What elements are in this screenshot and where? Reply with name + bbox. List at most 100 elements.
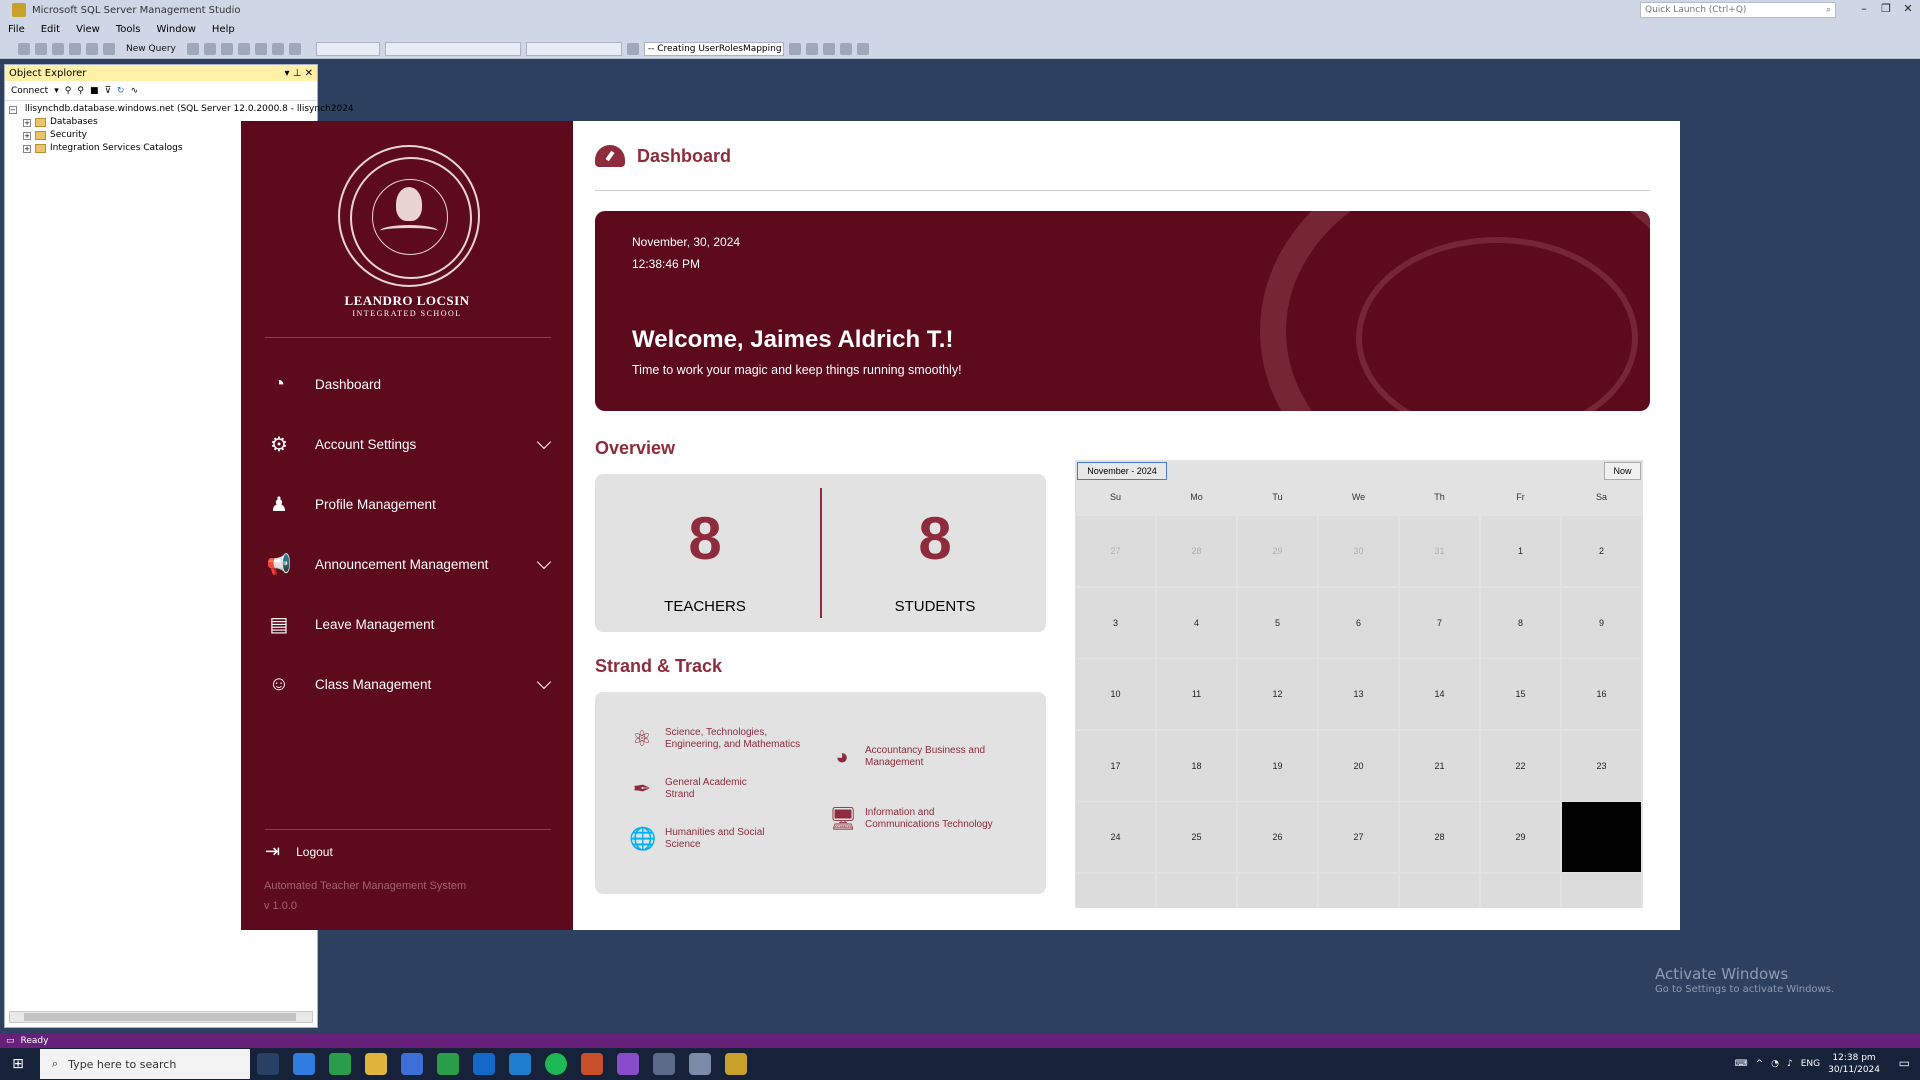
calendar-day[interactable]: 13 [1319,659,1398,729]
calendar-day-overflow[interactable] [1400,873,1479,908]
nav-leave-management[interactable]: ▤ Leave Management [265,604,557,644]
calendar-day[interactable]: 12 [1238,659,1317,729]
calendar-day[interactable]: 9 [1562,587,1641,658]
tree-server-node[interactable]: − llisynchdb.database.windows.net (SQL Se… [9,103,354,116]
calendar-day[interactable]: 6 [1319,587,1398,658]
disconnect-icon[interactable]: ⚲ [77,86,84,96]
nav-account-settings[interactable]: ⚙ Account Settings [265,424,557,464]
calendar-day[interactable]: 22 [1481,730,1560,801]
activity-icon[interactable]: ∿ [131,86,139,96]
ssms-taskbar-icon-2[interactable] [725,1053,747,1075]
expand-icon[interactable]: + [23,118,31,127]
print-icon[interactable] [839,42,852,55]
clock[interactable]: 12:38 pm 30/11/2024 [1828,1052,1880,1076]
calendar-day-overflow[interactable] [1076,873,1155,908]
app-icon[interactable] [581,1053,603,1075]
logout-button[interactable]: ⇥ Logout [265,841,333,862]
calendar-day-overflow[interactable] [1562,873,1641,908]
menu-edit[interactable]: Edit [41,24,60,35]
calendar-day[interactable]: 28 [1400,802,1479,872]
vscode-icon[interactable] [509,1053,531,1075]
query-icon-1[interactable] [186,42,199,55]
find-icon[interactable] [626,42,639,55]
new-query-button[interactable]: New Query [126,44,176,54]
query-icon-2[interactable] [203,42,216,55]
volume-icon[interactable]: ♪ [1787,1059,1793,1069]
back-icon[interactable] [18,42,30,55]
calendar-day[interactable]: 30 [1319,516,1398,586]
expand-icon[interactable]: + [23,144,31,153]
nav-profile-management[interactable]: ♟ Profile Management [265,484,557,524]
chevron-down-icon[interactable] [536,674,552,690]
calendar-day[interactable]: 23 [1562,730,1641,801]
calendar-day[interactable]: 8 [1481,587,1560,658]
close-button[interactable]: ✕ [1898,2,1918,18]
calendar-day[interactable]: 28 [1157,516,1236,586]
ssms-taskbar-icon[interactable] [689,1053,711,1075]
start-icon[interactable]: ⊞ [0,1056,36,1072]
calendar-day[interactable]: 19 [1238,730,1317,801]
calendar-day-selected[interactable]: 30 [1562,802,1641,872]
panel-controls[interactable]: ▾ ⊥ ✕ [285,68,313,79]
month-selector[interactable]: November - 2024 [1077,462,1167,480]
calendar-day[interactable]: 10 [1076,659,1155,729]
messenger-icon[interactable] [617,1053,639,1075]
save-icon[interactable] [86,42,98,55]
store-icon[interactable] [401,1053,423,1075]
menu-view[interactable]: View [76,24,100,35]
calendar-day[interactable]: 21 [1400,730,1479,801]
calendar-day[interactable]: 24 [1076,802,1155,872]
platform-combo[interactable] [384,41,521,56]
task-view-icon[interactable] [257,1053,279,1075]
now-button[interactable]: Now [1604,462,1641,480]
calendar-day[interactable]: 15 [1481,659,1560,729]
file-explorer-icon[interactable] [365,1053,387,1075]
menu-file[interactable]: File [8,24,25,35]
taskbar-search-input[interactable]: ⌕ Type here to search [40,1049,250,1079]
network-icon[interactable]: ◔ [1771,1059,1779,1069]
calendar-day[interactable]: 27 [1076,516,1155,586]
forward-icon[interactable] [35,42,47,55]
calendar-day[interactable]: 1 [1481,516,1560,586]
calendar-day[interactable]: 17 [1076,730,1155,801]
calendar-day[interactable]: 16 [1562,659,1641,729]
menu-window[interactable]: Window [156,24,195,35]
calendar-day-overflow[interactable] [1157,873,1236,908]
expand-icon[interactable]: + [23,131,31,140]
calendar-day[interactable]: 29 [1238,516,1317,586]
calendar-day[interactable]: 14 [1400,659,1479,729]
calendar-day[interactable]: 3 [1076,587,1155,658]
menu-help[interactable]: Help [212,24,235,35]
calendar-day[interactable]: 25 [1157,802,1236,872]
config-combo[interactable] [315,41,380,56]
calendar-day[interactable]: 5 [1238,587,1317,658]
collapse-icon[interactable]: − [9,105,17,114]
calendar-day[interactable]: 7 [1400,587,1479,658]
target-combo[interactable] [525,41,622,56]
scrollbar-thumb[interactable] [24,1013,296,1021]
keyboard-icon[interactable]: ⌨ [1735,1059,1748,1069]
nav-announcement-management[interactable]: 📢 Announcement Management [265,544,557,584]
language-indicator[interactable]: ENG [1801,1059,1820,1069]
calendar-day[interactable]: 4 [1157,587,1236,658]
debug-icon[interactable] [288,42,301,55]
connect-button[interactable]: Connect [11,86,48,96]
calendar-day[interactable]: 20 [1319,730,1398,801]
copilot-icon[interactable] [293,1053,315,1075]
app-icon-2[interactable] [653,1053,675,1075]
calendar-day[interactable]: 26 [1238,802,1317,872]
calendar-day[interactable]: 11 [1157,659,1236,729]
undo-icon[interactable] [254,42,267,55]
refresh-icon[interactable]: ↻ [117,86,125,96]
calendar-day[interactable]: 18 [1157,730,1236,801]
calendar-day[interactable]: 2 [1562,516,1641,586]
chrome-icon-2[interactable] [437,1053,459,1075]
quick-launch-input[interactable]: Quick Launch (Ctrl+Q) ⌕ [1640,2,1836,18]
new-project-icon[interactable] [52,42,64,55]
chrome-icon[interactable] [329,1053,351,1075]
tools-icon[interactable] [805,42,818,55]
spotify-icon[interactable] [545,1053,567,1075]
calendar-day-overflow[interactable] [1481,873,1560,908]
calendar-day-overflow[interactable] [1319,873,1398,908]
chevron-down-icon[interactable] [536,434,552,450]
